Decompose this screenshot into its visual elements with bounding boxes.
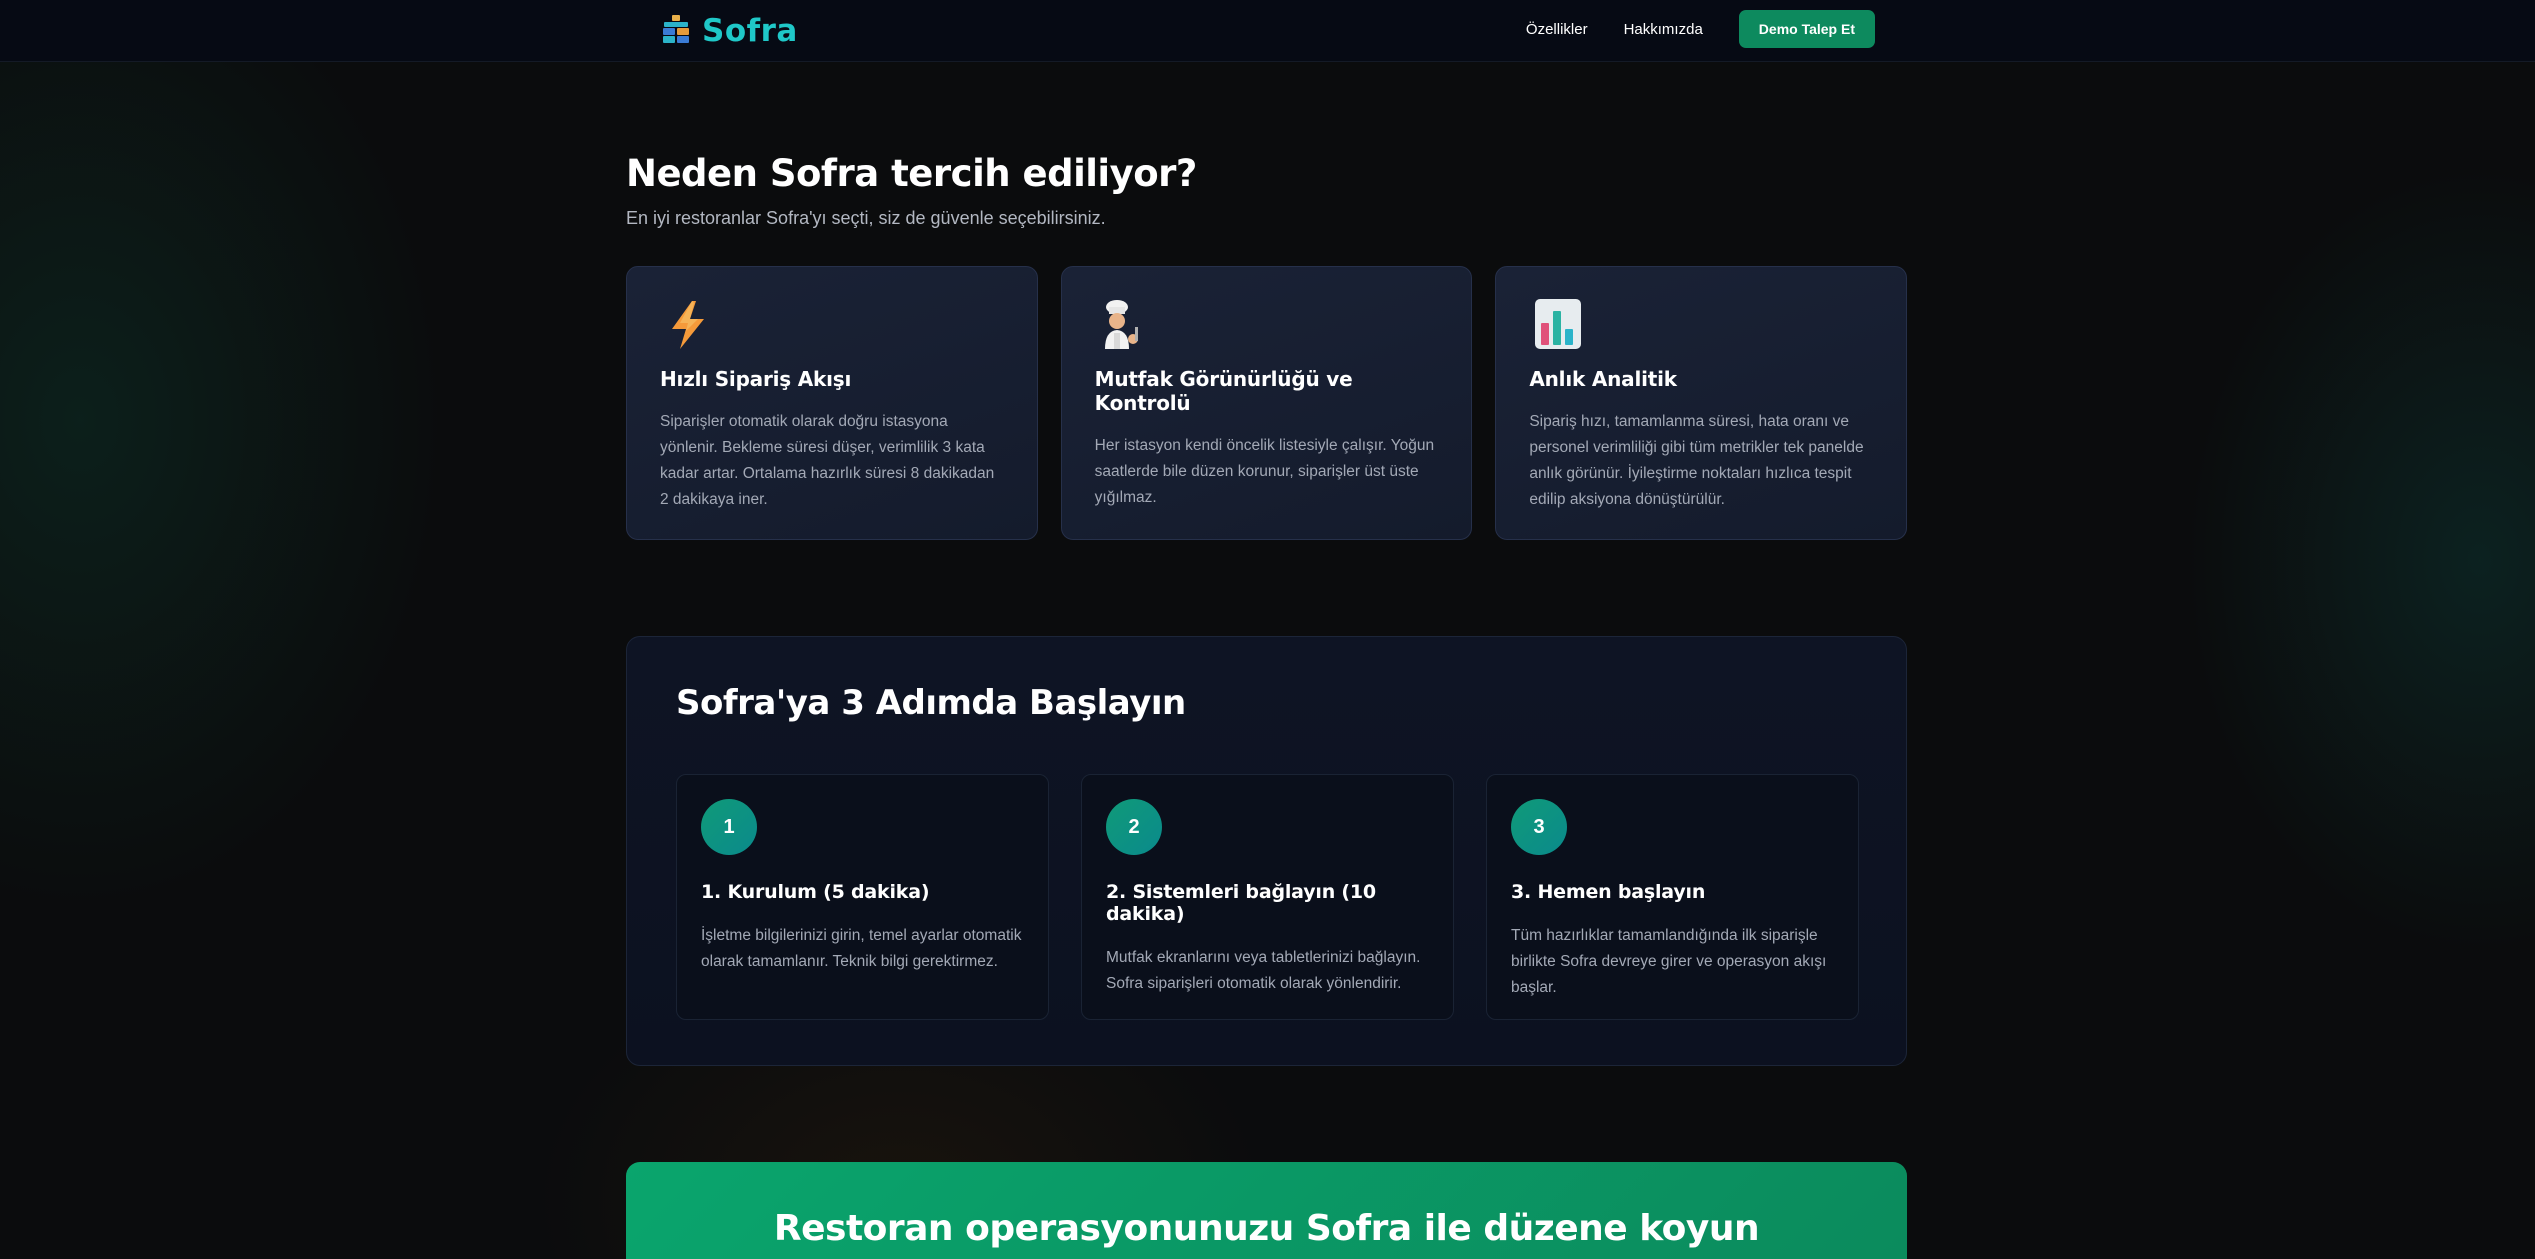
steps-title: Sofra'ya 3 Adımda Başlayın [676,683,1186,723]
step-card-connect: 2 2. Sistemleri bağlayın (10 dakika) Mut… [1081,774,1454,1020]
steps-panel: Sofra'ya 3 Adımda Başlayın 1 1. Kurulum … [626,636,1907,1066]
step-title: 3. Hemen başlayın [1511,881,1706,903]
brand-logo[interactable]: Sofra [660,12,798,50]
step-desc: Tüm hazırlıklar tamamlandığında ilk sipa… [1511,927,1827,996]
feature-title: Mutfak Görünürlüğü ve Kontrolü [1094,367,1353,415]
features-grid: Hızlı Sipariş Akışı Siparişler otomatik … [626,266,1908,540]
step-desc: İşletme bilgilerinizi girin, temel ayarl… [701,927,1022,970]
feature-title: Anlık Analitik [1529,367,1677,391]
background-glow [0,0,2535,1259]
step-title: 2. Sistemleri bağlayın (10 dakika) [1106,881,1376,925]
nav-link-features[interactable]: Özellikler [1526,21,1588,38]
cta-title: Restoran operasyonunuzu Sofra ile düzene… [773,1208,1760,1249]
feature-title: Hızlı Sipariş Akışı [660,367,852,391]
step-card-start: 3 3. Hemen başlayın Tüm hazırlıklar tama… [1486,774,1859,1020]
bar-chart-icon [1529,297,1585,353]
step-number-badge: 3 [1511,799,1567,855]
cta-banner: Restoran operasyonunuzu Sofra ile düzene… [626,1162,1907,1259]
feature-card-fast-order: Hızlı Sipariş Akışı Siparişler otomatik … [626,266,1038,540]
feature-card-kitchen-visibility: Mutfak Görünürlüğü ve Kontrolü Her istas… [1060,266,1473,540]
brand-name: Sofra [702,13,798,49]
top-navbar: Sofra Özellikler Hakkımızda Demo Talep E… [0,0,2535,62]
step-number-badge: 1 [701,799,757,855]
steps-grid: 1 1. Kurulum (5 dakika) İşletme bilgiler… [676,774,1859,1020]
step-number-badge: 2 [1106,799,1162,855]
step-title: 1. Kurulum (5 dakika) [701,881,930,903]
chef-icon [1095,297,1151,353]
sofra-logo-icon [660,13,692,50]
step-card-setup: 1 1. Kurulum (5 dakika) İşletme bilgiler… [676,774,1049,1020]
feature-desc: Her istasyon kendi öncelik listesiyle ça… [1094,437,1435,506]
features-subtitle: En iyi restoranlar Sofra'yı seçti, siz d… [626,208,1106,228]
feature-desc: Sipariş hızı, tamamlanma süresi, hata or… [1529,413,1864,508]
step-desc: Mutfak ekranlarını veya tabletlerinizi b… [1106,949,1421,992]
feature-desc: Siparişler otomatik olarak doğru istasyo… [660,413,995,508]
nav-links: Özellikler Hakkımızda Demo Talep Et [1526,10,1875,48]
nav-link-about[interactable]: Hakkımızda [1624,21,1703,38]
features-title: Neden Sofra tercih ediliyor? [626,152,1197,195]
lightning-icon [660,297,716,353]
demo-request-button[interactable]: Demo Talep Et [1738,10,1875,48]
feature-card-analytics: Anlık Analitik Sipariş hızı, tamamlanma … [1495,266,1908,540]
